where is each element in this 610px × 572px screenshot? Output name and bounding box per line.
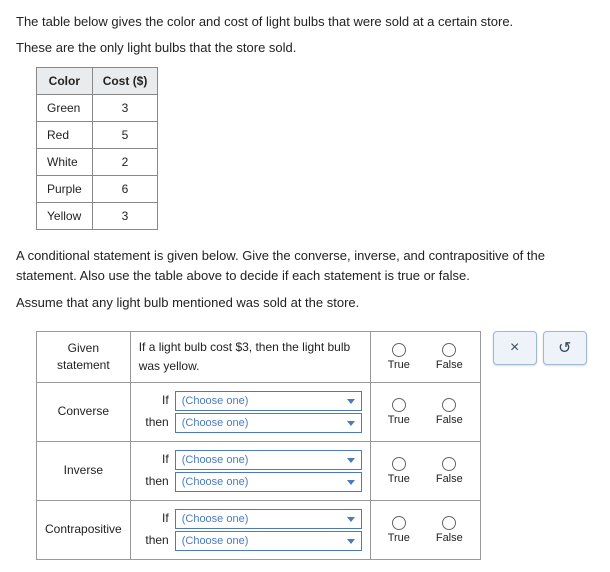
- cost-table: Color Cost ($) Green 3 Red 5 White 2 Pur…: [36, 67, 158, 230]
- statement-table: Given statement If a light bulb cost $3,…: [36, 331, 481, 560]
- true-label: True: [388, 359, 410, 371]
- if-keyword: If: [139, 391, 169, 410]
- inverse-false-radio[interactable]: [442, 457, 456, 471]
- converse-then-dropdown[interactable]: (Choose one): [175, 413, 362, 433]
- cost-table-header-cost: Cost ($): [92, 68, 158, 95]
- false-label: False: [436, 359, 463, 371]
- table-row: White 2: [37, 149, 158, 176]
- if-keyword: If: [139, 450, 169, 469]
- contrapositive-false-radio[interactable]: [442, 516, 456, 530]
- intro-line-1: The table below gives the color and cost…: [16, 12, 594, 32]
- table-row: Red 5: [37, 122, 158, 149]
- converse-if-dropdown[interactable]: (Choose one): [175, 391, 362, 411]
- then-keyword: then: [139, 413, 169, 432]
- table-row: Purple 6: [37, 176, 158, 203]
- table-row: Yellow 3: [37, 203, 158, 230]
- given-statement-text: If a light bulb cost $3, then the light …: [139, 340, 350, 373]
- converse-true-radio[interactable]: [392, 398, 406, 412]
- x-icon: ×: [510, 339, 519, 357]
- inverse-then-dropdown[interactable]: (Choose one): [175, 472, 362, 492]
- row-given: Given statement If a light bulb cost $3,…: [37, 331, 481, 382]
- given-false-radio[interactable]: [442, 343, 456, 357]
- row-contrapositive: Contrapositive If (Choose one) then (Cho…: [37, 500, 481, 559]
- contrapositive-true-radio[interactable]: [392, 516, 406, 530]
- if-keyword: If: [139, 509, 169, 528]
- false-label: False: [436, 473, 463, 485]
- question-assume: Assume that any light bulb mentioned was…: [16, 293, 594, 313]
- label-contrapositive: Contrapositive: [37, 500, 131, 559]
- contrapositive-then-dropdown[interactable]: (Choose one): [175, 531, 362, 551]
- intro-text: The table below gives the color and cost…: [16, 12, 594, 57]
- label-inverse: Inverse: [37, 441, 131, 500]
- true-label: True: [388, 473, 410, 485]
- converse-false-radio[interactable]: [442, 398, 456, 412]
- question-prompt: A conditional statement is given below. …: [16, 246, 594, 285]
- row-converse: Converse If (Choose one) then (Choose on…: [37, 382, 481, 441]
- true-label: True: [388, 414, 410, 426]
- inverse-if-dropdown[interactable]: (Choose one): [175, 450, 362, 470]
- question-text: A conditional statement is given below. …: [16, 246, 594, 313]
- row-inverse: Inverse If (Choose one) then (Choose one…: [37, 441, 481, 500]
- reset-icon: ↺: [558, 338, 571, 358]
- intro-line-2: These are the only light bulbs that the …: [16, 38, 594, 58]
- clear-button[interactable]: ×: [493, 331, 537, 365]
- false-label: False: [436, 414, 463, 426]
- toolbar: × ↺: [493, 331, 587, 365]
- reset-button[interactable]: ↺: [543, 331, 587, 365]
- label-converse: Converse: [37, 382, 131, 441]
- true-label: True: [388, 532, 410, 544]
- contrapositive-if-dropdown[interactable]: (Choose one): [175, 509, 362, 529]
- table-row: Green 3: [37, 95, 158, 122]
- label-given: Given statement: [37, 331, 131, 382]
- then-keyword: then: [139, 472, 169, 491]
- false-label: False: [436, 532, 463, 544]
- inverse-true-radio[interactable]: [392, 457, 406, 471]
- then-keyword: then: [139, 531, 169, 550]
- given-true-radio[interactable]: [392, 343, 406, 357]
- cost-table-header-color: Color: [37, 68, 93, 95]
